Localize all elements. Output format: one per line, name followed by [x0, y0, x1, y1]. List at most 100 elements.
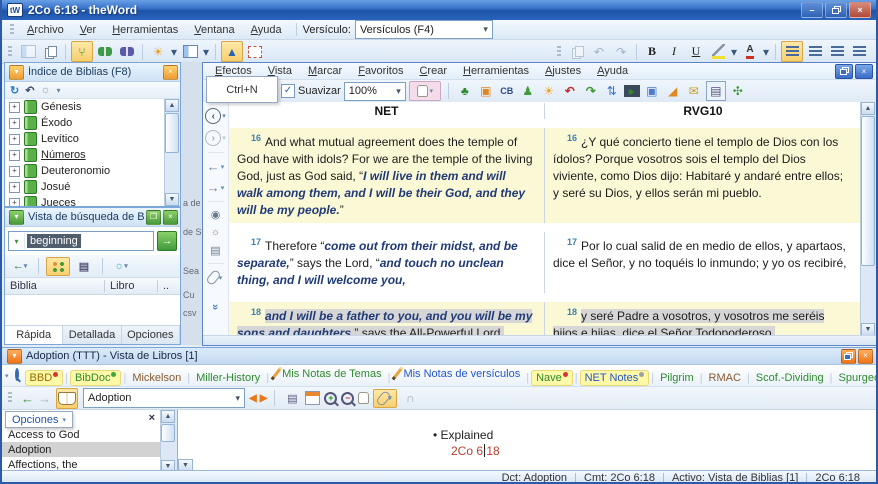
chevron-down-icon[interactable]: ▾ [57, 86, 61, 95]
book-row[interactable]: +Jueces [5, 195, 180, 206]
fullscreen-button[interactable] [245, 42, 265, 61]
book-row[interactable]: +Números [5, 147, 180, 163]
expand-icon[interactable]: + [9, 118, 20, 129]
font-color-button[interactable]: A [740, 42, 760, 61]
bible-view-maximize-button[interactable] [835, 64, 853, 79]
expand-button[interactable]: ✣ [729, 82, 747, 100]
next-chapter-button[interactable]: →▾ [207, 180, 225, 195]
scroll-thumb[interactable] [161, 424, 175, 442]
calendar-icon[interactable] [305, 391, 320, 405]
menu-item[interactable]: Archivo [19, 22, 72, 38]
next-topic-icon[interactable]: ▶ [260, 393, 267, 404]
hand-tool-icon[interactable] [358, 392, 369, 404]
redo-button[interactable]: ↷ [611, 42, 631, 61]
verse-cell[interactable]: 17Por lo cual salid de en medio de ellos… [545, 232, 861, 293]
bible-menu-item[interactable]: Ayuda [589, 64, 636, 78]
pin-top-button[interactable]: ▲ [221, 41, 243, 62]
preview-button[interactable]: ▤ [283, 389, 301, 407]
tab-rapida[interactable]: Rápida [5, 326, 63, 344]
copy-button[interactable] [40, 42, 60, 61]
expand-icon[interactable]: + [9, 166, 20, 177]
search-go-button[interactable]: → [157, 231, 177, 251]
tree-results-button[interactable] [46, 257, 70, 276]
restore-button[interactable] [825, 2, 847, 18]
module-tab-mis-notas-de-temas[interactable]: Mis Notas de Temas [271, 365, 385, 382]
verse-reference-link[interactable]: 2Co 6:18 [451, 444, 500, 458]
prev-topic-icon[interactable]: ◀ [249, 393, 256, 404]
expand-icon[interactable]: + [9, 150, 20, 161]
settings-button[interactable]: ☼▾ [110, 258, 132, 275]
module-tab-nave[interactable]: Nave [531, 370, 573, 386]
expand-icon[interactable]: + [9, 134, 20, 145]
undo-icon[interactable]: ↶ [25, 84, 34, 97]
eye-button[interactable]: ◉ [211, 208, 221, 221]
verse-cell[interactable]: 17Therefore “come out from their midst, … [229, 232, 545, 293]
bible-view-close-button[interactable]: × [855, 64, 873, 79]
effects-dropdown[interactable]: ▾ [170, 42, 178, 61]
mail-button[interactable]: ✉ [685, 82, 703, 100]
align-right-button[interactable] [805, 42, 825, 61]
bible-menu-item[interactable]: Herramientas [455, 64, 537, 78]
topics-close-icon[interactable]: × [149, 412, 155, 424]
panel-menu-icon[interactable]: ▾ [9, 210, 24, 225]
history-forward-button[interactable]: ›▾ [205, 130, 226, 146]
bible-menu-item[interactable]: Ajustes [537, 64, 589, 78]
panel-menu-icon[interactable]: ▾ [7, 349, 22, 364]
column-libro[interactable]: Libro [105, 280, 157, 292]
bible-scrollbar[interactable]: ▲ ▼ [860, 102, 877, 336]
panel-menu-icon[interactable]: ▾ [9, 65, 24, 80]
open-menu-shortcut[interactable]: Ctrl+N [206, 76, 278, 103]
scroll-up-icon[interactable]: ▲ [161, 410, 175, 423]
layout-button[interactable] [180, 42, 200, 61]
module-tab-mis-notas-de-vers-culos[interactable]: Mis Notas de versículos [392, 365, 524, 382]
form-view-button[interactable]: ▤ [706, 81, 726, 101]
zoom-in-icon[interactable]: + [324, 392, 337, 405]
book-chapter-button[interactable]: CB [498, 82, 516, 100]
scroll-thumb[interactable] [861, 116, 875, 266]
book-list-scrollbar[interactable]: ▲ ▼ [164, 99, 180, 206]
scroll-down-icon[interactable]: ▼ [165, 193, 179, 206]
bible-search-close-button[interactable]: × [163, 210, 178, 225]
list-results-button[interactable]: ▤ [73, 258, 95, 275]
sun-button[interactable]: ☀ [540, 82, 558, 100]
previous-chapter-button[interactable]: ←▾ [207, 159, 225, 174]
bible-menu-item[interactable]: Crear [411, 64, 455, 78]
module-tab-spurgeon-grace[interactable]: Spurgeon-Grace [835, 371, 876, 385]
search-bibles-button[interactable] [95, 42, 115, 61]
verse-cell[interactable]: 16¿Y qué concierto tiene el templo de Di… [545, 128, 861, 223]
close-button[interactable]: × [849, 2, 871, 18]
module-tab-miller-history[interactable]: Miller-History [192, 371, 264, 385]
filmstrip-button[interactable]: ▶ [624, 85, 640, 97]
person-button[interactable]: ♟ [519, 82, 537, 100]
module-tab-bbd[interactable]: BBD [25, 370, 64, 386]
open-book-button[interactable] [56, 388, 78, 409]
menu-item[interactable]: Herramientas [104, 22, 186, 38]
chevron-down-icon[interactable]: ▾ [5, 372, 9, 380]
tree-view-button[interactable]: ⑂ [71, 41, 93, 62]
bible-menu-item[interactable]: Favoritos [350, 64, 411, 78]
search-books-button[interactable] [117, 42, 137, 61]
expand-icon[interactable]: + [9, 198, 20, 207]
book-row[interactable]: +Josué [5, 179, 180, 195]
topic-back-button[interactable]: ← [21, 391, 34, 406]
versiculo-select[interactable]: Versículos (F4) ▾ [355, 20, 493, 39]
module-tab-pilgrim[interactable]: Pilgrim [656, 371, 698, 385]
paperclip-button[interactable]: ▾ [373, 389, 397, 408]
column-biblia[interactable]: Biblia [5, 280, 104, 292]
topic-select[interactable]: Adoption ▾ [83, 388, 245, 408]
verse-cell[interactable]: 16And what mutual agreement does the tem… [229, 128, 545, 223]
verse-cell[interactable]: 18y seré Padre a vosotros, y vosotros me… [545, 302, 861, 336]
book-row[interactable]: +Génesis [5, 99, 180, 115]
layout-dropdown[interactable]: ▾ [202, 42, 210, 61]
bible-search-restore-button[interactable]: ❒ [146, 210, 161, 225]
module-tab-mickelson[interactable]: Mickelson [128, 371, 185, 385]
paperclip-button[interactable]: ▾ [209, 270, 223, 285]
compare-versions-button[interactable]: ♣ [456, 82, 474, 100]
book-view-maximize-button[interactable] [841, 349, 856, 364]
book-row[interactable]: +Levítico [5, 131, 180, 147]
scroll-up-icon[interactable]: ▲ [861, 102, 875, 115]
bible-menu-item[interactable]: Marcar [300, 64, 350, 78]
suavizar-checkbox[interactable]: ✓ [281, 84, 295, 98]
preview-document-button[interactable]: ▤ [210, 244, 220, 257]
bible-index-close-button[interactable]: × [163, 65, 178, 80]
